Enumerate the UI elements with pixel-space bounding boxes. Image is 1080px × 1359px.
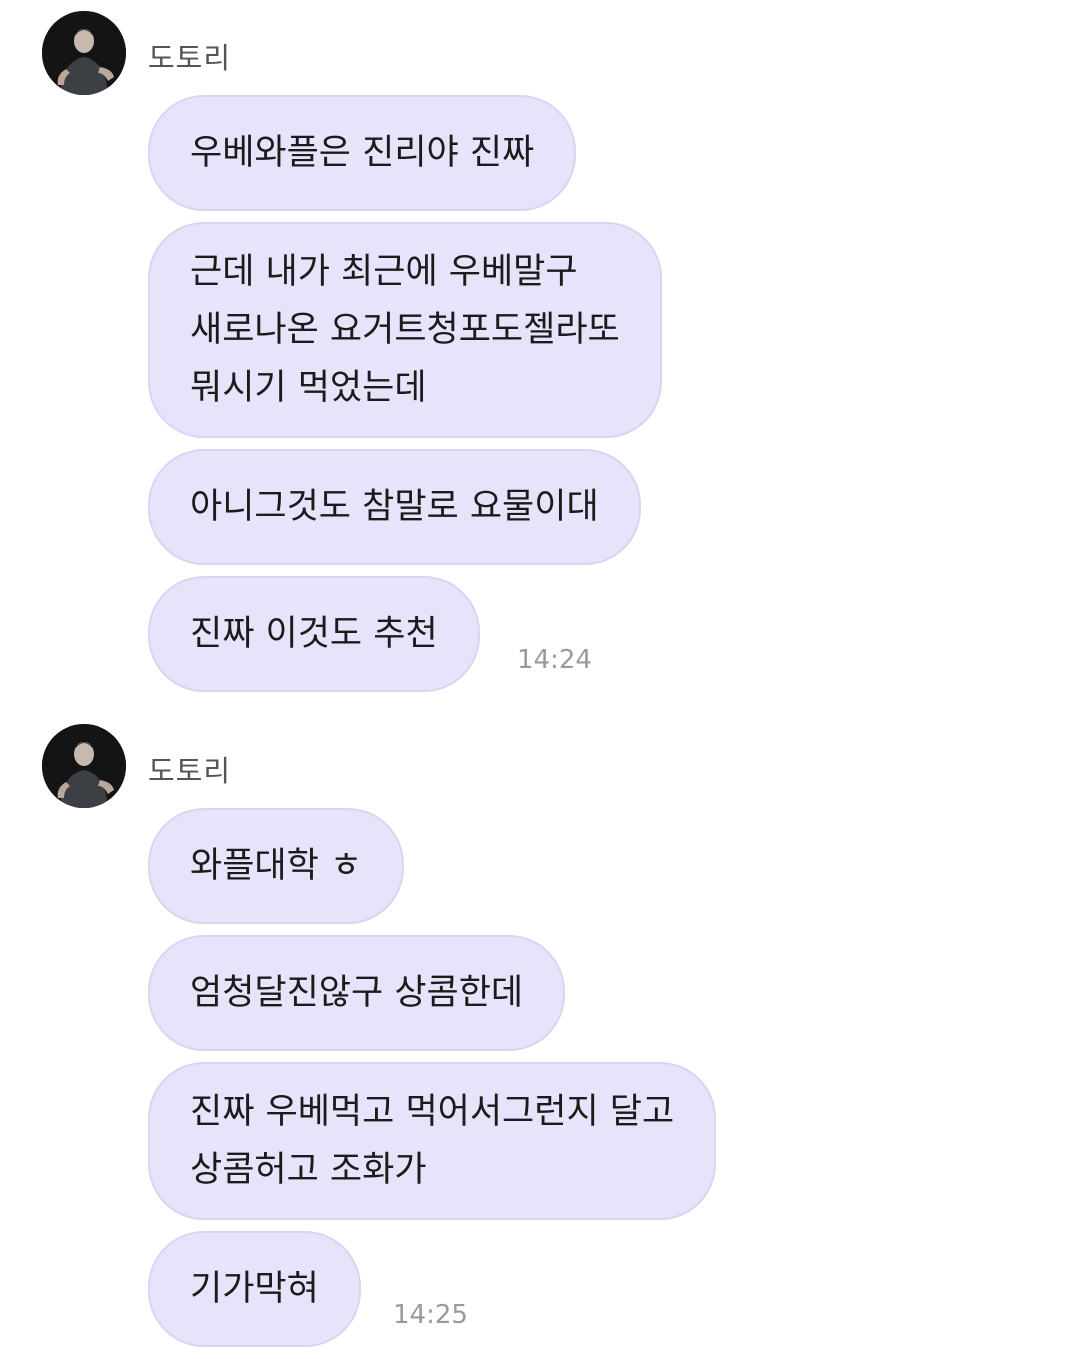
avatar-image (42, 11, 126, 95)
message-bubble[interactable]: 아니그것도 참말로 요물이대 (148, 449, 641, 565)
message-bubble[interactable]: 근데 내가 최근에 우베말구 새로나온 요거트청포도젤라또 뭐시기 먹었는데 (148, 222, 662, 438)
avatar-image (42, 724, 126, 808)
message-bubble[interactable]: 우베와플은 진리야 진짜 (148, 95, 577, 211)
message-text: 아니그것도 참말로 요물이대 (190, 487, 599, 527)
message-text: 엄청달진않구 상콤한데 (190, 973, 524, 1013)
message-bubble[interactable]: 기가막혀 (148, 1231, 361, 1347)
avatar[interactable] (42, 724, 126, 808)
message-bubble[interactable]: 진짜 이것도 추천 (148, 576, 480, 692)
message-text: 기가막혀 (190, 1269, 319, 1309)
message-timestamp: 14:25 (393, 1300, 468, 1330)
message-text: 우베와플은 진리야 진짜 (190, 133, 535, 173)
sender-name: 도토리 (148, 41, 232, 75)
avatar[interactable] (42, 11, 126, 95)
message-bubble[interactable]: 엄청달진않구 상콤한데 (148, 935, 566, 1051)
sender-name: 도토리 (148, 754, 232, 788)
message-text: 진짜 우베먹고 먹어서그런지 달고 상콤허고 조화가 (190, 1092, 675, 1190)
message-timestamp: 14:24 (517, 645, 592, 675)
message-bubble[interactable]: 진짜 우베먹고 먹어서그런지 달고 상콤허고 조화가 (148, 1062, 717, 1220)
message-text: 와플대학 ㅎ (190, 846, 363, 886)
message-bubble[interactable]: 와플대학 ㅎ (148, 808, 405, 924)
message-text: 근데 내가 최근에 우베말구 새로나온 요거트청포도젤라또 뭐시기 먹었는데 (190, 252, 620, 408)
message-text: 진짜 이것도 추천 (190, 614, 438, 654)
